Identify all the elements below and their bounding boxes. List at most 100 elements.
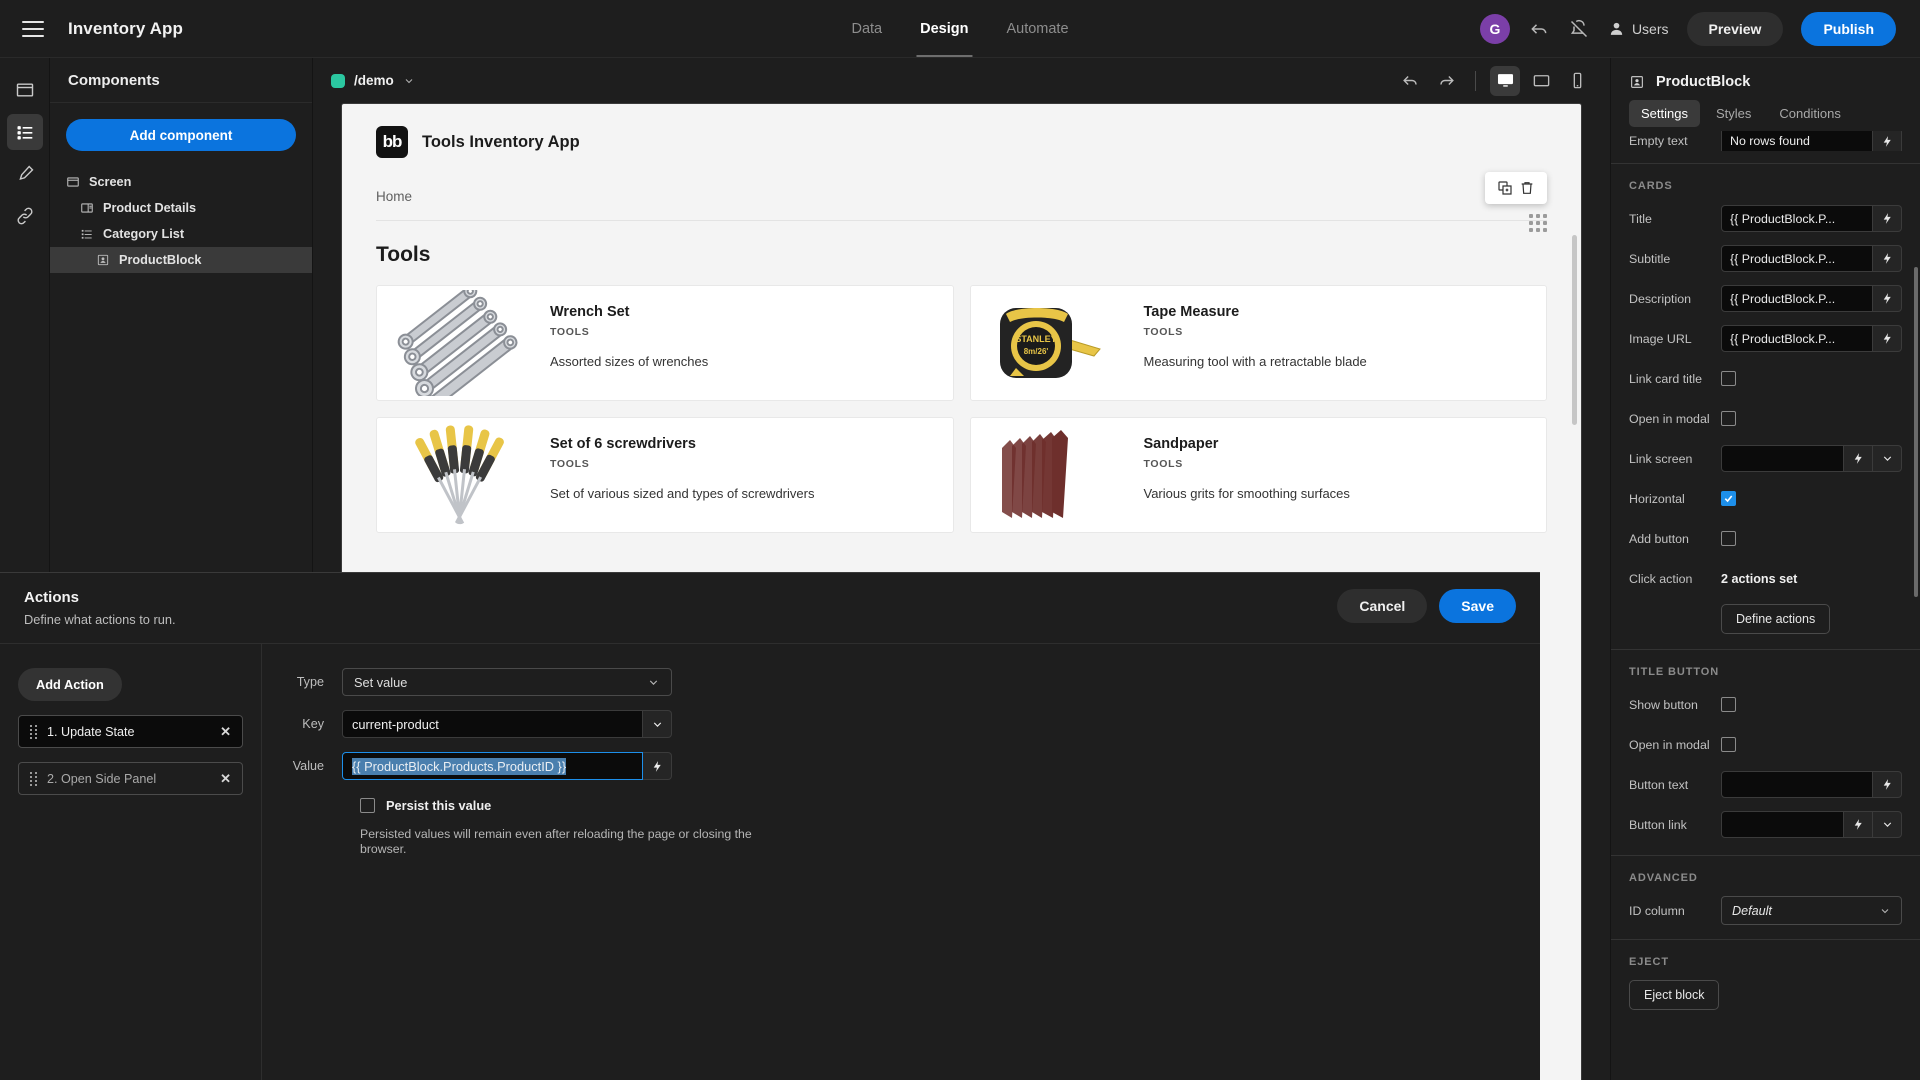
image-url-input[interactable]: {{ ProductBlock.P... <box>1721 325 1873 352</box>
nav-link-home[interactable]: Home <box>376 189 412 204</box>
theme-brush-icon[interactable] <box>7 156 43 192</box>
key-input[interactable]: current-product <box>342 710 643 738</box>
add-action-button[interactable]: Add Action <box>18 668 122 701</box>
tree-item-label: Screen <box>89 175 132 189</box>
value-input[interactable]: {{ ProductBlock.Products.ProductID }} <box>342 752 643 780</box>
define-actions-button[interactable]: Define actions <box>1721 603 1831 634</box>
row-add-button: Add button <box>1629 522 1902 555</box>
actions-subtitle: Define what actions to run. <box>24 612 176 627</box>
card-block-icon <box>97 254 109 266</box>
bell-off-icon[interactable] <box>1568 18 1590 40</box>
cancel-button[interactable]: Cancel <box>1337 589 1428 623</box>
list-icon <box>81 229 92 239</box>
add-button-checkbox[interactable] <box>1721 531 1736 546</box>
action-item-label: 1. Update State <box>47 724 135 739</box>
chevron-down-icon[interactable] <box>1873 811 1902 838</box>
brand-title: Tools Inventory App <box>422 132 580 151</box>
type-select[interactable]: Set value <box>342 668 672 696</box>
delete-icon[interactable] <box>1519 180 1535 196</box>
subtitle-input[interactable]: {{ ProductBlock.P... <box>1721 245 1873 272</box>
product-card-subtitle: TOOLS <box>1143 458 1183 470</box>
tab-data[interactable]: Data <box>851 0 882 57</box>
link-card-title-checkbox[interactable] <box>1721 371 1736 386</box>
product-card[interactable]: Sandpaper TOOLS Various grits for smooth… <box>969 417 1547 533</box>
link-screen-input[interactable] <box>1721 445 1844 472</box>
button-link-input[interactable] <box>1721 811 1844 838</box>
chevron-down-icon[interactable] <box>643 710 672 738</box>
screen-selector[interactable]: /demo <box>331 73 415 88</box>
id-column-label: ID column <box>1629 903 1685 918</box>
screen-icon[interactable] <box>7 72 43 108</box>
users-button[interactable]: Users <box>1608 20 1669 37</box>
binding-bolt-icon[interactable] <box>1873 325 1902 352</box>
button-text-input[interactable] <box>1721 771 1873 798</box>
key-label: Key <box>302 717 324 731</box>
action-item-update-state[interactable]: 1. Update State ✕ <box>18 715 243 748</box>
product-card[interactable]: Wrench Set TOOLS Assorted sizes of wrenc… <box>376 285 954 401</box>
show-button-checkbox[interactable] <box>1721 697 1736 712</box>
duplicate-icon[interactable] <box>1497 180 1513 196</box>
avatar[interactable]: G <box>1479 13 1510 44</box>
id-column-value: Default <box>1732 903 1772 918</box>
horizontal-checkbox[interactable] <box>1721 491 1736 506</box>
hamburger-icon[interactable] <box>22 20 44 37</box>
binding-bolt-icon[interactable] <box>643 752 672 780</box>
row-define-actions: Define actions <box>1629 602 1902 635</box>
row-show-button: Show button <box>1629 688 1902 721</box>
tree-item-category-list[interactable]: Category List <box>50 221 312 247</box>
desktop-icon[interactable] <box>1490 65 1520 96</box>
publish-button[interactable]: Publish <box>1801 11 1896 46</box>
persist-checkbox[interactable] <box>360 798 375 813</box>
product-card[interactable]: Set of 6 screwdrivers TOOLS Set of vario… <box>376 417 954 533</box>
components-list-icon[interactable] <box>6 114 43 150</box>
binding-bolt-icon[interactable] <box>1873 131 1902 151</box>
tablet-icon[interactable] <box>1526 66 1556 96</box>
sidepanel-icon <box>81 203 93 213</box>
undo-icon[interactable] <box>1528 18 1550 40</box>
remove-action-icon[interactable]: ✕ <box>220 724 231 740</box>
tree-item-productblock[interactable]: ProductBlock <box>50 247 312 273</box>
empty-text-input[interactable]: No rows found <box>1721 131 1873 151</box>
tab-styles[interactable]: Styles <box>1704 100 1763 127</box>
card-block-icon <box>1631 76 1643 88</box>
drag-handle-icon[interactable] <box>30 724 37 739</box>
preview-button[interactable]: Preview <box>1686 11 1784 46</box>
drag-handle-icon[interactable] <box>30 771 37 786</box>
binding-bolt-icon[interactable] <box>1873 205 1902 232</box>
redo-icon[interactable] <box>1431 66 1461 96</box>
remove-action-icon[interactable]: ✕ <box>220 771 231 787</box>
tab-automate[interactable]: Automate <box>1006 0 1068 57</box>
tab-conditions[interactable]: Conditions <box>1767 100 1852 127</box>
mobile-icon[interactable] <box>1562 66 1592 96</box>
tree-item-product-details[interactable]: Product Details <box>50 195 312 221</box>
row-empty-text: Empty text No rows found <box>1629 131 1902 151</box>
id-column-select[interactable]: Default <box>1721 896 1902 925</box>
preview-scrollbar[interactable] <box>1572 235 1577 425</box>
eject-block-button[interactable]: Eject block <box>1629 979 1720 1010</box>
binding-bolt-icon[interactable] <box>1873 245 1902 272</box>
product-card[interactable]: STANLEY 8m/26' Tape Measure TOOLS Measur… <box>969 285 1547 401</box>
save-button[interactable]: Save <box>1439 589 1516 623</box>
open-in-modal-checkbox[interactable] <box>1721 411 1736 426</box>
links-chain-icon[interactable] <box>7 198 43 234</box>
title-button-open-in-modal-checkbox[interactable] <box>1721 737 1736 752</box>
form-row-type: Type Set value <box>262 668 1540 696</box>
binding-bolt-icon[interactable] <box>1873 771 1902 798</box>
undo-icon[interactable] <box>1395 66 1425 96</box>
chevron-down-icon[interactable] <box>1873 445 1902 472</box>
add-component-button[interactable]: Add component <box>66 119 296 151</box>
description-input[interactable]: {{ ProductBlock.P... <box>1721 285 1873 312</box>
title-input[interactable]: {{ ProductBlock.P... <box>1721 205 1873 232</box>
actions-drawer-header: Actions Define what actions to run. Canc… <box>0 573 1540 644</box>
row-click-action: Click action 2 actions set <box>1629 562 1902 595</box>
tree-item-screen[interactable]: Screen <box>50 169 312 195</box>
binding-bolt-icon[interactable] <box>1873 285 1902 312</box>
binding-bolt-icon[interactable] <box>1844 811 1873 838</box>
tab-settings[interactable]: Settings <box>1629 100 1700 127</box>
settings-scrollbar[interactable] <box>1914 267 1918 597</box>
chevron-down-icon <box>405 78 413 83</box>
brand-logo: bb <box>376 126 408 158</box>
binding-bolt-icon[interactable] <box>1844 445 1873 472</box>
action-item-open-side-panel[interactable]: 2. Open Side Panel ✕ <box>18 762 243 795</box>
tab-design[interactable]: Design <box>916 0 973 57</box>
